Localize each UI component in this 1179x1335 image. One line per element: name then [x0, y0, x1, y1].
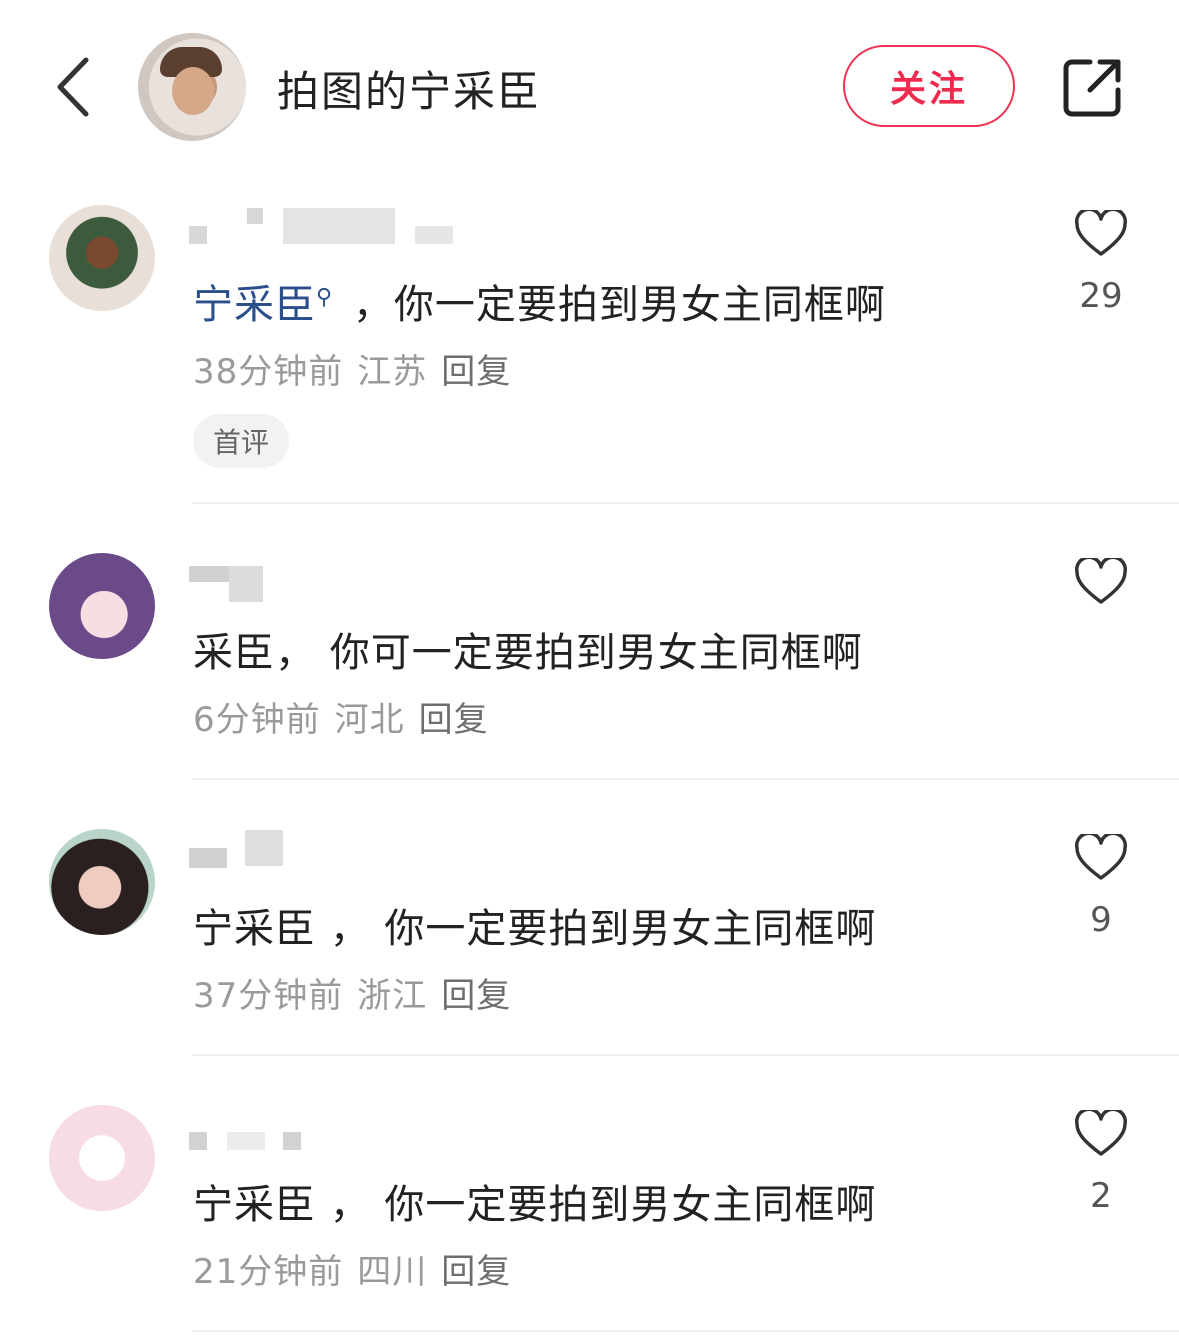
heart-icon[interactable] — [1074, 210, 1128, 258]
divider — [192, 1330, 1179, 1332]
commenter-avatar[interactable] — [49, 829, 155, 935]
divider — [192, 1054, 1179, 1056]
like-count: 2 — [1090, 1176, 1112, 1216]
comment-location: 河北 — [334, 700, 405, 740]
search-icon: ⚲ — [316, 284, 334, 310]
commenter-name-redacted — [189, 830, 289, 870]
divider — [192, 778, 1179, 780]
commenter-avatar[interactable] — [49, 553, 155, 659]
comment-location: 浙江 — [357, 976, 428, 1016]
commenter-name-redacted — [189, 208, 459, 248]
author-avatar[interactable] — [138, 33, 246, 141]
commenter-name-redacted — [189, 566, 269, 606]
comment-time: 37分钟前 — [193, 976, 344, 1016]
author-name[interactable]: 拍图的宁采臣 — [277, 58, 541, 119]
comment-meta: 21分钟前 四川 回复 — [193, 1244, 525, 1293]
first-comment-badge: 首评 — [193, 414, 289, 468]
reply-button[interactable]: 回复 — [419, 700, 489, 740]
share-out-icon[interactable] — [1060, 56, 1124, 120]
comment-time: 38分钟前 — [193, 352, 344, 392]
comment-meta: 37分钟前 浙江 回复 — [193, 968, 525, 1017]
like-count: 9 — [1090, 900, 1112, 940]
comment-text: 宁采臣⚲ ，你一定要拍到男女主同框啊 — [193, 272, 886, 330]
heart-icon[interactable] — [1074, 1110, 1128, 1158]
heart-icon[interactable] — [1074, 558, 1128, 606]
commenter-avatar[interactable] — [49, 1105, 155, 1211]
comment-meta: 38分钟前 江苏 回复 — [193, 344, 525, 393]
reply-button[interactable]: 回复 — [441, 976, 511, 1016]
comment-location: 四川 — [357, 1252, 428, 1292]
comment-time: 21分钟前 — [193, 1252, 344, 1292]
reply-button[interactable]: 回复 — [441, 352, 511, 392]
commenter-avatar[interactable] — [49, 205, 155, 311]
reply-button[interactable]: 回复 — [441, 1252, 511, 1292]
divider — [192, 502, 1179, 504]
mention-link[interactable]: 宁采臣 — [193, 282, 316, 328]
comment-text: 宁采臣 ， 你一定要拍到男女主同框啊 — [193, 906, 877, 952]
comment-meta: 6分钟前 河北 回复 — [193, 692, 503, 741]
heart-icon[interactable] — [1074, 834, 1128, 882]
comment-time: 6分钟前 — [193, 700, 321, 740]
commenter-name-redacted — [189, 1132, 309, 1172]
comment-text: 宁采臣 ， 你一定要拍到男女主同框啊 — [193, 1182, 877, 1228]
comment-body: ，你一定要拍到男女主同框啊 — [352, 282, 886, 328]
comment-location: 江苏 — [357, 352, 428, 392]
comment-text: 采臣， 你可一定要拍到男女主同框啊 — [193, 630, 863, 676]
chevron-left-icon[interactable] — [48, 52, 104, 122]
top-bar: 拍图的宁采臣 关注 — [0, 0, 1179, 175]
like-count: 29 — [1079, 276, 1123, 316]
follow-button[interactable]: 关注 — [843, 45, 1015, 127]
